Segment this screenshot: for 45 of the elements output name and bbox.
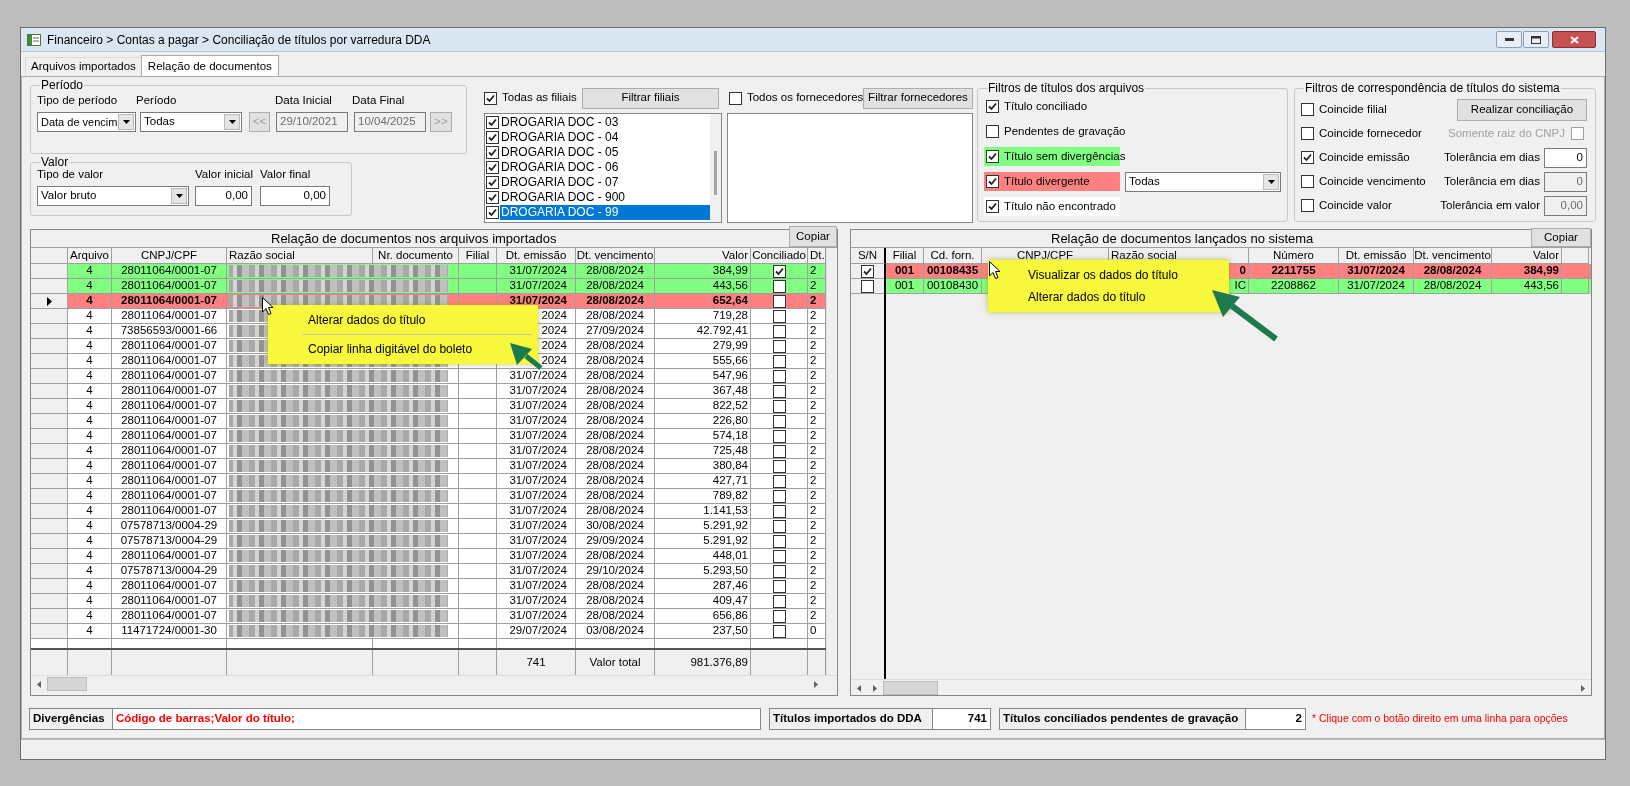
label: Todas as filiais: [502, 90, 578, 106]
label: Coincide fornecedor: [1319, 125, 1423, 141]
label: Todos os fornecedores: [746, 90, 861, 106]
table-title: Relação de documentos lançados no sistema: [1051, 229, 1314, 248]
label: Pendentes de gravação: [1004, 123, 1126, 139]
table-cell: 001: [886, 279, 924, 294]
label: Tolerância em valor: [1440, 197, 1540, 213]
table-cell: 28/08/2024: [1414, 279, 1492, 294]
table-cell: 2208862: [1249, 279, 1339, 294]
label: Coincide vencimento: [1319, 173, 1427, 189]
label: Coincide emissão: [1319, 149, 1411, 165]
label: Divergências: [29, 708, 113, 730]
label: Somente raiz do CNPJ: [1448, 125, 1565, 141]
group-title: Período: [40, 79, 85, 91]
label: Título não encontrado: [1004, 198, 1116, 214]
group-title: Valor: [40, 156, 70, 168]
table-cell: 03/08/2024: [576, 624, 655, 639]
hint-text: * Clique com o botão direito em uma linha para opções: [1312, 711, 1568, 727]
table-cell: 31/07/2024: [1339, 279, 1414, 294]
table-cell: 00108430: [924, 279, 982, 294]
label: Tipo de período: [37, 92, 119, 108]
label: Data Inicial: [275, 92, 333, 108]
label: Títulos conciliados pendentes de gravação: [999, 708, 1246, 730]
label: Títulos importados do DDA: [769, 708, 933, 730]
label: Tipo de valor: [37, 166, 105, 182]
table-cell: 4: [68, 624, 112, 639]
table-cell: 443,56: [1492, 279, 1562, 294]
window-title: Financeiro > Contas a pagar > Conciliação de títulos por varredura DDA: [47, 31, 431, 49]
group-title: Filtros de títulos dos arquivos: [987, 82, 1146, 94]
label: Valor inicial: [195, 166, 254, 182]
label: Título conciliado: [1004, 98, 1088, 114]
label: Título divergente: [1004, 173, 1090, 189]
label: Tolerância em dias: [1444, 149, 1540, 165]
label: Valor final: [260, 166, 311, 182]
label: Coincide filial: [1319, 101, 1388, 117]
table-cell: 11471724/0001-30: [112, 624, 227, 639]
label: Data Final: [352, 92, 405, 108]
label: Período: [136, 92, 178, 108]
table-cell: 237,50: [655, 624, 751, 639]
table-cell: 29/07/2024: [497, 624, 576, 639]
label: Tolerância em dias: [1444, 173, 1540, 189]
table-title: Relação de documentos nos arquivos importados: [271, 229, 557, 248]
group-title: Filtros de correspondência de títulos do sistema: [1304, 82, 1561, 94]
label: Coincide valor: [1319, 197, 1393, 213]
label: Título sem divergências: [1004, 148, 1126, 164]
